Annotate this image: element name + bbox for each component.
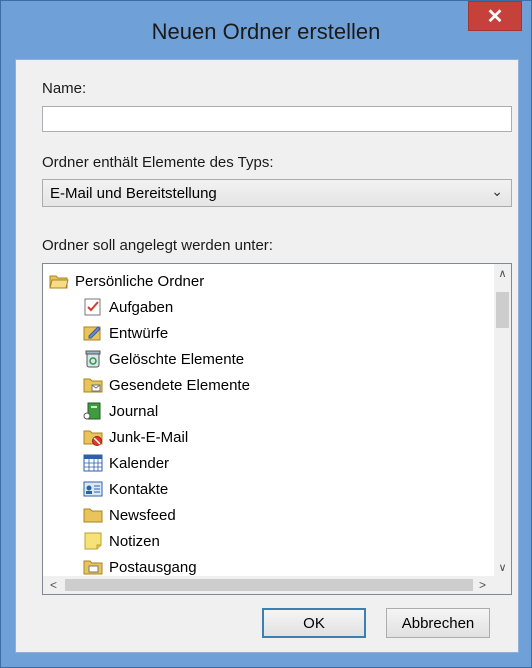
horizontal-scrollbar[interactable]: < > — [43, 576, 511, 594]
tree-item-newsfeed[interactable]: Newsfeed — [83, 502, 176, 528]
dialog-content: Name: Ordner enthält Elemente des Typs: … — [15, 59, 519, 653]
tree-item-label: Notizen — [109, 532, 160, 550]
tree-item-label: Postausgang — [109, 558, 197, 576]
tree-item-gesendete[interactable]: Gesendete Elemente — [83, 372, 250, 398]
folder-open-icon — [49, 272, 69, 290]
tree-item-notizen[interactable]: Notizen — [83, 528, 160, 554]
tree-item-label: Newsfeed — [109, 506, 176, 524]
folder-icon — [83, 506, 103, 524]
type-label: Ordner enthält Elemente des Typs: — [42, 154, 274, 171]
notes-icon — [83, 532, 103, 550]
tree-item-label: Gesendete Elemente — [109, 376, 250, 394]
contacts-icon — [83, 480, 103, 498]
folder-type-select[interactable]: E-Mail und Bereitstellung ⌄ — [42, 179, 512, 207]
scroll-up-icon[interactable]: ∧ — [494, 266, 511, 283]
tree-label: Ordner soll angelegt werden unter: — [42, 237, 273, 254]
outbox-icon — [83, 558, 103, 576]
scroll-right-icon[interactable]: > — [474, 576, 491, 594]
sent-items-icon — [83, 376, 103, 394]
tree-root-label: Persönliche Ordner — [75, 272, 205, 290]
cancel-button[interactable]: Abbrechen — [386, 608, 490, 638]
tree-item-entwuerfe[interactable]: Entwürfe — [83, 320, 168, 346]
tree-item-geloeschte[interactable]: Gelöschte Elemente — [83, 346, 244, 372]
tree-item-kontakte[interactable]: Kontakte — [83, 476, 168, 502]
recycle-bin-icon — [83, 350, 103, 368]
dialog-title: Neuen Ordner erstellen — [151, 19, 381, 44]
junk-mail-icon — [83, 428, 103, 446]
tree-item-junk[interactable]: Junk-E-Mail — [83, 424, 188, 450]
tree-item-label: Junk-E-Mail — [109, 428, 189, 446]
vertical-scrollbar[interactable]: ∧ ∨ — [494, 264, 511, 577]
folder-tree[interactable]: Persönliche Ordner Aufgaben Entwürfe Gel… — [42, 263, 512, 595]
calendar-icon — [83, 454, 103, 472]
drafts-icon — [83, 324, 103, 342]
scroll-down-icon[interactable]: ∨ — [494, 560, 511, 577]
journal-icon — [83, 402, 103, 420]
scroll-left-icon[interactable]: < — [45, 576, 62, 594]
close-icon: ✕ — [486, 5, 504, 28]
tree-item-label: Journal — [109, 402, 159, 420]
tree-item-kalender[interactable]: Kalender — [83, 450, 169, 476]
tree-item-aufgaben[interactable]: Aufgaben — [83, 294, 173, 320]
name-label: Name: — [42, 80, 87, 97]
tree-item-label: Aufgaben — [109, 298, 174, 316]
name-input[interactable] — [42, 106, 512, 132]
chevron-down-icon: ⌄ — [491, 183, 503, 199]
tree-item-label: Kalender — [109, 454, 170, 472]
title-bar[interactable]: Neuen Ordner erstellen ✕ — [1, 1, 531, 67]
tree-item-journal[interactable]: Journal — [83, 398, 158, 424]
vertical-scroll-thumb[interactable] — [496, 292, 509, 328]
close-button[interactable]: ✕ — [468, 1, 522, 31]
tree-item-label: Gelöschte Elemente — [109, 350, 245, 368]
tree-root-item[interactable]: Persönliche Ordner — [49, 268, 204, 294]
folder-type-value: E-Mail und Bereitstellung — [50, 185, 217, 202]
dialog-window: Neuen Ordner erstellen ✕ Name: Ordner en… — [0, 0, 532, 668]
tasks-icon — [83, 298, 103, 316]
ok-button[interactable]: OK — [262, 608, 366, 638]
tree-item-label: Kontakte — [109, 480, 169, 498]
horizontal-scroll-thumb[interactable] — [65, 579, 473, 591]
tree-item-label: Entwürfe — [109, 324, 169, 342]
